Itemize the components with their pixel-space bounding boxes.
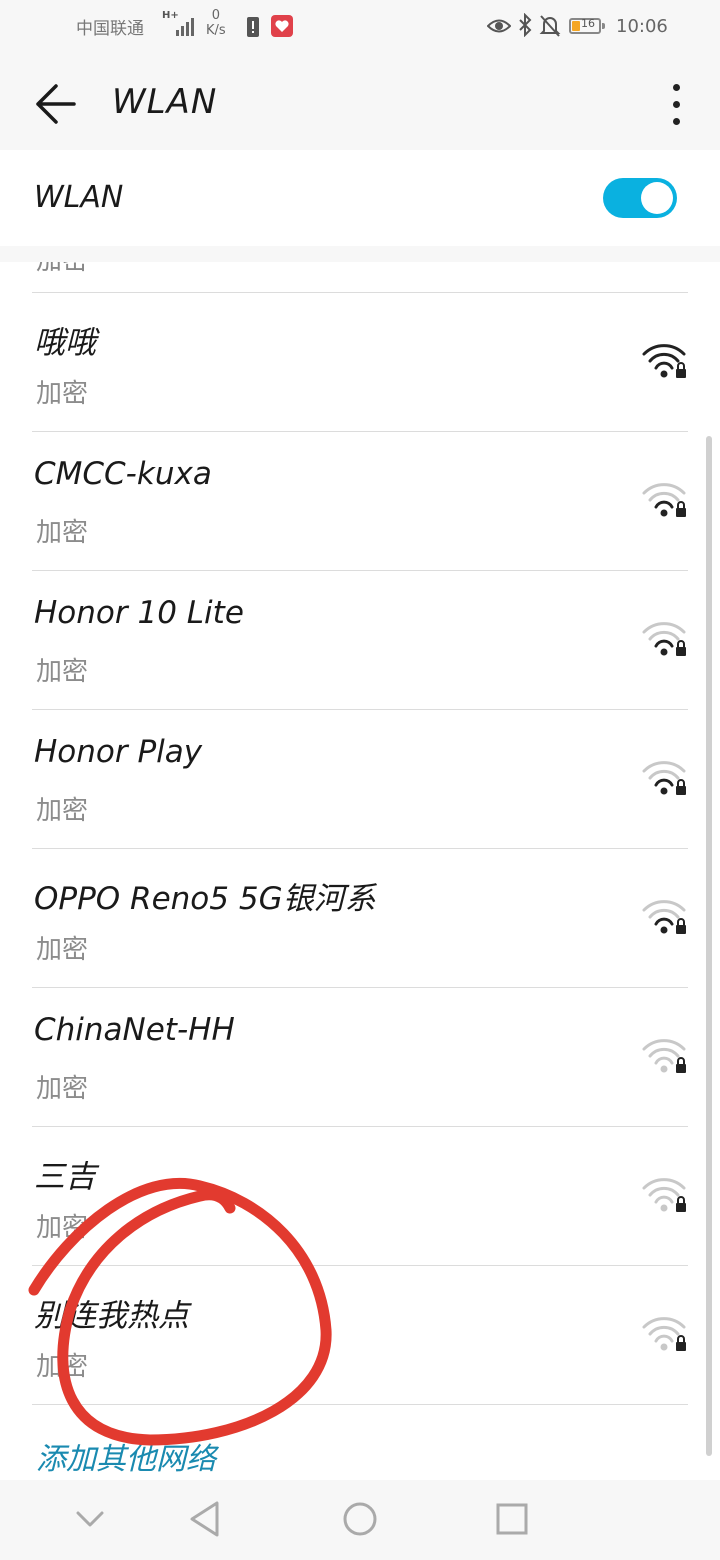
wifi-arc <box>642 483 686 495</box>
network-security: 加密 <box>36 935 89 965</box>
wifi-arc <box>648 1047 680 1058</box>
wifi-arc <box>642 1039 686 1051</box>
wifi-arc <box>642 1317 686 1329</box>
wifi-arc <box>654 500 674 509</box>
collapse-down-icon[interactable] <box>67 1496 113 1542</box>
wlan-toggle-row[interactable]: WLAN <box>0 150 720 246</box>
network-list: 加密 哦哦 加密 CMCC-kuxa 加密 Honor 10 Lite 加密 H… <box>0 262 720 1480</box>
network-name: ChinaNet-HH <box>34 1012 235 1048</box>
mute-bell-icon <box>539 15 561 37</box>
network-name: OPPO Reno5 5G银河系 <box>34 881 376 917</box>
network-name: 别连我热点 <box>34 1298 189 1334</box>
network-name: CMCC-kuxa <box>34 456 212 492</box>
add-other-network-link[interactable]: 添加其他网络 <box>36 1434 216 1478</box>
wifi-arc <box>642 622 686 634</box>
network-name: 三吉 <box>34 1159 96 1195</box>
partial-network-subtitle: 加密 <box>36 262 88 277</box>
wifi-dot <box>660 370 668 378</box>
wifi-locked-icon <box>642 900 686 934</box>
navigation-bar <box>0 1480 720 1560</box>
wifi-arc <box>642 761 686 773</box>
wifi-dot <box>660 1065 668 1073</box>
wifi-locked-icon <box>642 622 686 656</box>
network-speed-value: 0 <box>211 8 220 23</box>
more-options-button[interactable] <box>660 80 692 128</box>
wifi-arc <box>648 908 680 919</box>
network-name: Honor Play <box>34 734 203 770</box>
page-title: WLAN <box>112 82 218 122</box>
wifi-arc <box>654 1056 674 1065</box>
network-speed: 0 K/s <box>206 8 226 38</box>
back-button[interactable] <box>26 78 82 128</box>
wifi-locked-icon <box>642 483 686 517</box>
wifi-arc <box>642 900 686 912</box>
network-item[interactable]: OPPO Reno5 5G银河系 加密 <box>0 849 720 988</box>
wifi-locked-icon <box>642 761 686 795</box>
wifi-arc <box>654 361 674 370</box>
back-triangle-icon[interactable] <box>183 1496 229 1542</box>
wifi-arc <box>642 1178 686 1190</box>
wifi-locked-icon <box>642 344 686 378</box>
network-security: 加密 <box>36 1213 89 1243</box>
network-security: 加密 <box>36 657 89 687</box>
wifi-arc <box>648 1186 680 1197</box>
wifi-arc <box>648 769 680 780</box>
wifi-arc <box>648 491 680 502</box>
battery-icon: 16 <box>569 17 605 34</box>
wifi-arc <box>654 639 674 648</box>
clock: 10:06 <box>616 16 668 37</box>
divider <box>32 1404 688 1405</box>
network-security: 加密 <box>36 1352 89 1382</box>
network-security: 加密 <box>36 796 89 826</box>
wifi-locked-icon <box>642 1039 686 1073</box>
app-bar: WLAN <box>0 56 720 150</box>
signal-icon <box>176 18 194 36</box>
wlan-switch[interactable] <box>603 178 677 218</box>
network-speed-unit: K/s <box>206 23 226 38</box>
recents-square-icon[interactable] <box>489 1496 535 1542</box>
wifi-dot <box>660 648 668 656</box>
scrollbar[interactable] <box>706 436 712 1456</box>
battery-level: 16 <box>581 17 595 30</box>
bluetooth-icon <box>519 13 532 37</box>
network-name: Honor 10 Lite <box>34 595 244 631</box>
wifi-arc <box>648 352 680 363</box>
network-item[interactable]: Honor Play 加密 <box>0 710 720 849</box>
eye-icon <box>487 19 511 33</box>
home-circle-icon[interactable] <box>337 1496 383 1542</box>
network-item[interactable]: ChinaNet-HH 加密 <box>0 988 720 1127</box>
wifi-dot <box>660 1343 668 1351</box>
network-item[interactable]: 别连我热点 加密 <box>0 1266 720 1405</box>
network-security: 加密 <box>36 518 89 548</box>
wlan-toggle-label: WLAN <box>34 180 124 215</box>
heart-app-icon <box>271 15 293 37</box>
network-item[interactable]: 三吉 加密 <box>0 1127 720 1266</box>
wifi-dot <box>660 1204 668 1212</box>
wifi-arc <box>654 1195 674 1204</box>
alert-icon <box>247 17 259 37</box>
wifi-arc <box>654 1334 674 1343</box>
arrow-left-icon <box>36 84 76 124</box>
switch-knob <box>641 182 673 214</box>
wifi-arc <box>654 778 674 787</box>
wifi-dot <box>660 926 668 934</box>
network-security: 加密 <box>36 1074 89 1104</box>
wifi-arc <box>648 630 680 641</box>
wifi-arc <box>642 344 686 356</box>
wifi-locked-icon <box>642 1178 686 1212</box>
wifi-arc <box>654 917 674 926</box>
network-item[interactable]: Honor 10 Lite 加密 <box>0 571 720 710</box>
network-item[interactable]: CMCC-kuxa 加密 <box>0 432 720 571</box>
more-vertical-icon <box>673 84 680 91</box>
wifi-dot <box>660 509 668 517</box>
network-security: 加密 <box>36 379 89 409</box>
network-item[interactable]: 哦哦 加密 <box>0 293 720 432</box>
wifi-locked-icon <box>642 1317 686 1351</box>
carrier-label: 中国联通 <box>76 19 144 39</box>
wifi-dot <box>660 787 668 795</box>
status-bar: 中国联通 H+ 0 K/s 16 10:06 <box>0 0 720 56</box>
network-name: 哦哦 <box>34 325 96 361</box>
wifi-arc <box>648 1325 680 1336</box>
